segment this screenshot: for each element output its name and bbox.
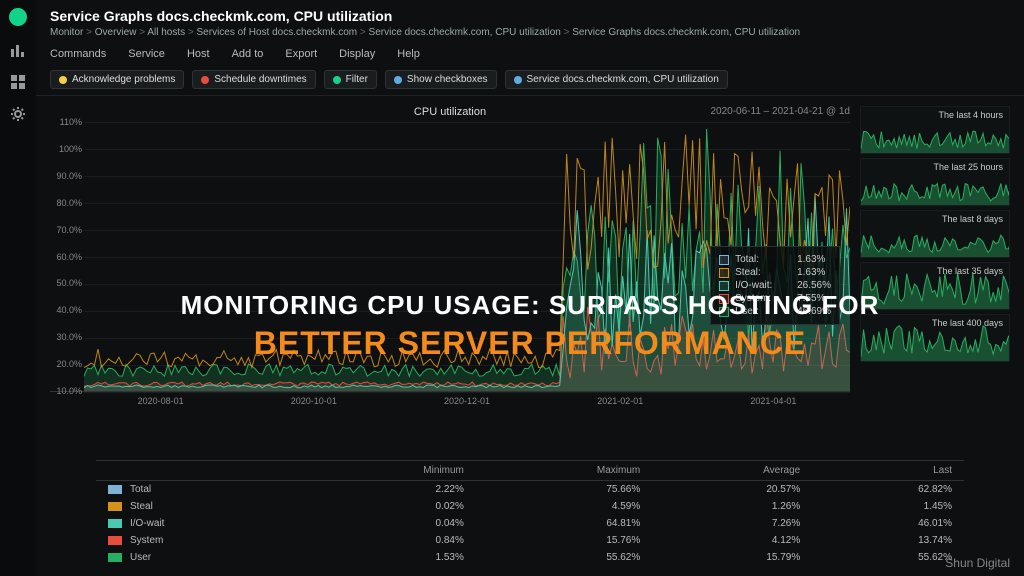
table-row: I/O-wait0.04%64.81%7.26%46.01% bbox=[96, 515, 964, 532]
filter-button[interactable]: Filter bbox=[324, 70, 377, 89]
table-row: System0.84%15.76%4.12%13.74% bbox=[96, 532, 964, 549]
menubar: Commands Service Host Add to Export Display He… bbox=[36, 44, 1024, 64]
x-axis: 2020-08-012020-10-012020-12-012021-02-01… bbox=[50, 392, 850, 406]
overlay-title: MONITORING CPU USAGE: SURPASS HOSTING FO… bbox=[36, 260, 1024, 392]
breadcrumb: MonitorOverviewAll hostsServices of Host… bbox=[50, 27, 1010, 38]
crumb[interactable]: Service docs.checkmk.com, CPU utilizatio… bbox=[369, 27, 573, 38]
service-link-button[interactable]: Service docs.checkmk.com, CPU utilizatio… bbox=[505, 70, 728, 89]
crumb[interactable]: Overview bbox=[95, 27, 148, 38]
menu-item[interactable]: Host bbox=[187, 48, 210, 60]
header: Service Graphs docs.checkmk.com, CPU uti… bbox=[36, 0, 1024, 44]
menu-item[interactable]: Display bbox=[339, 48, 375, 60]
schedule-button[interactable]: Schedule downtimes bbox=[192, 70, 315, 89]
crumb[interactable]: Service Graphs docs.checkmk.com, CPU uti… bbox=[572, 27, 800, 38]
thumbnail[interactable]: The last 4 hours bbox=[860, 106, 1010, 154]
monitor-icon[interactable] bbox=[10, 42, 26, 58]
crumb[interactable]: All hosts bbox=[147, 27, 196, 38]
watermark: Shun Digital bbox=[945, 556, 1010, 570]
col-header: Average bbox=[652, 461, 812, 481]
apps-icon[interactable] bbox=[10, 74, 26, 90]
thumbnail[interactable]: The last 8 days bbox=[860, 210, 1010, 258]
menu-item[interactable]: Export bbox=[285, 48, 317, 60]
thumbnail[interactable]: The last 25 hours bbox=[860, 158, 1010, 206]
menu-item[interactable]: Commands bbox=[50, 48, 106, 60]
logo-icon[interactable] bbox=[9, 8, 27, 26]
crumb[interactable]: Monitor bbox=[50, 27, 95, 38]
col-header: Maximum bbox=[476, 461, 652, 481]
toolbar: Acknowledge problems Schedule downtimes … bbox=[36, 64, 1024, 96]
table-row: Total2.22%75.66%20.57%62.82% bbox=[96, 481, 964, 499]
col-header bbox=[96, 461, 307, 481]
menu-item[interactable]: Help bbox=[397, 48, 420, 60]
col-header: Minimum bbox=[307, 461, 476, 481]
crumb[interactable]: Services of Host docs.checkmk.com bbox=[197, 27, 369, 38]
table-row: Steal0.02%4.59%1.26%1.45% bbox=[96, 498, 964, 515]
gear-icon[interactable] bbox=[10, 106, 26, 122]
page-title: Service Graphs docs.checkmk.com, CPU uti… bbox=[50, 8, 1010, 24]
col-header: Last bbox=[812, 461, 964, 481]
ack-button[interactable]: Acknowledge problems bbox=[50, 70, 184, 89]
date-range: 2020-06-11 – 2021-04-21 @ 1d bbox=[710, 106, 850, 117]
checkboxes-button[interactable]: Show checkboxes bbox=[385, 70, 497, 89]
menu-item[interactable]: Add to bbox=[232, 48, 264, 60]
summary-table: MinimumMaximumAverageLastTotal2.22%75.66… bbox=[36, 454, 1024, 576]
menu-item[interactable]: Service bbox=[128, 48, 165, 60]
sidebar bbox=[0, 0, 36, 576]
table-row: User1.53%55.62%15.79%55.62% bbox=[96, 549, 964, 566]
